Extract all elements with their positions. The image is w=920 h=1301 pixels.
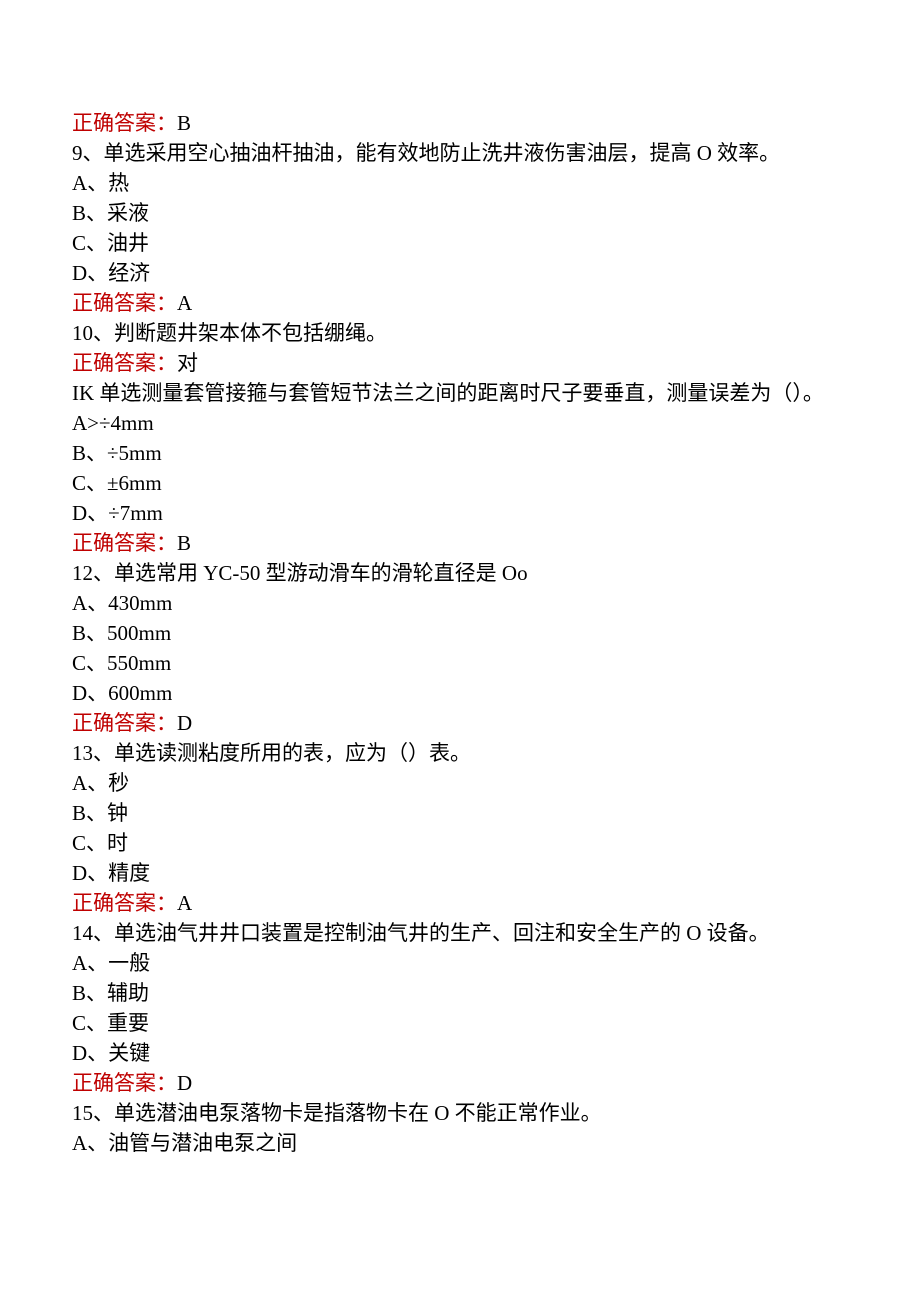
- question-9: 9、单选采用空心抽油杆抽油，能有效地防止洗井液伤害油层，提高 O 效率。: [72, 138, 848, 168]
- document-body: 正确答案：B9、单选采用空心抽油杆抽油，能有效地防止洗井液伤害油层，提高 O 效…: [72, 108, 848, 1158]
- correct-answer: 正确答案：B: [72, 108, 848, 138]
- q9-option-b: B、采液: [72, 198, 848, 228]
- correct-answer-label: 正确答案：: [72, 891, 177, 915]
- correct-answer-value: B: [177, 111, 191, 135]
- q14-option-b: B、辅助: [72, 978, 848, 1008]
- q14-option-d: D、关键: [72, 1038, 848, 1068]
- correct-answer-label: 正确答案：: [72, 531, 177, 555]
- question-14: 14、单选油气井井口装置是控制油气井的生产、回注和安全生产的 O 设备。: [72, 918, 848, 948]
- q11-option-b: B、÷5mm: [72, 438, 848, 468]
- correct-answer: 正确答案：D: [72, 1068, 848, 1098]
- q9-option-c: C、油井: [72, 228, 848, 258]
- correct-answer-value: A: [177, 291, 192, 315]
- q12-option-c: C、550mm: [72, 648, 848, 678]
- correct-answer-value: B: [177, 531, 191, 555]
- question-15: 15、单选潜油电泵落物卡是指落物卡在 O 不能正常作业。: [72, 1098, 848, 1128]
- q9-option-a: A、热: [72, 168, 848, 198]
- correct-answer: 正确答案：A: [72, 288, 848, 318]
- correct-answer-label: 正确答案：: [72, 111, 177, 135]
- q11-option-a: A>÷4mm: [72, 408, 848, 438]
- q12-option-a: A、430mm: [72, 588, 848, 618]
- correct-answer: 正确答案：A: [72, 888, 848, 918]
- question-11: IK 单选测量套管接箍与套管短节法兰之间的距离时尺子要垂直，测量误差为（）。: [72, 378, 848, 408]
- q14-option-a: A、一般: [72, 948, 848, 978]
- correct-answer-value: D: [177, 711, 192, 735]
- correct-answer: 正确答案：B: [72, 528, 848, 558]
- q13-option-d: D、精度: [72, 858, 848, 888]
- q12-option-d: D、600mm: [72, 678, 848, 708]
- q13-option-b: B、钟: [72, 798, 848, 828]
- question-13: 13、单选读测粘度所用的表，应为（）表。: [72, 738, 848, 768]
- q13-option-c: C、时: [72, 828, 848, 858]
- correct-answer-value: A: [177, 891, 192, 915]
- correct-answer-label: 正确答案：: [72, 711, 177, 735]
- correct-answer-label: 正确答案：: [72, 291, 177, 315]
- q11-option-c: C、±6mm: [72, 468, 848, 498]
- correct-answer: 正确答案：D: [72, 708, 848, 738]
- q12-option-b: B、500mm: [72, 618, 848, 648]
- correct-answer: 正确答案：对: [72, 348, 848, 378]
- q13-option-a: A、秒: [72, 768, 848, 798]
- correct-answer-label: 正确答案：: [72, 351, 177, 375]
- question-10: 10、判断题井架本体不包括绷绳。: [72, 318, 848, 348]
- q15-option-a: A、油管与潜油电泵之间: [72, 1128, 848, 1158]
- q14-option-c: C、重要: [72, 1008, 848, 1038]
- q9-option-d: D、经济: [72, 258, 848, 288]
- q11-option-d: D、÷7mm: [72, 498, 848, 528]
- correct-answer-value: D: [177, 1071, 192, 1095]
- question-12: 12、单选常用 YC-50 型游动滑车的滑轮直径是 Oo: [72, 558, 848, 588]
- correct-answer-label: 正确答案：: [72, 1071, 177, 1095]
- correct-answer-value: 对: [177, 351, 198, 375]
